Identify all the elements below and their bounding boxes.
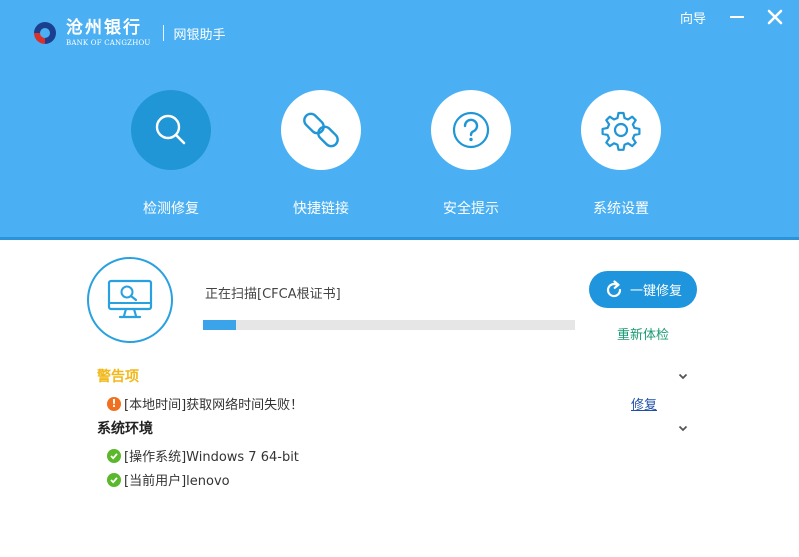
header: 沧州银行 BANK OF CANGZHOU 网银助手 向导 检测修复 快捷链接 … [0, 0, 799, 240]
nav-label: 检测修复 [143, 201, 199, 217]
environment-item: [当前用户]lenovo [107, 470, 230, 489]
nav-security-tips[interactable]: 安全提示 [411, 90, 531, 218]
environment-section-title: 系统环境 [97, 421, 153, 437]
close-button[interactable] [764, 6, 786, 28]
warning-item: ! [本地时间]获取网络时间失败！ [107, 394, 303, 413]
nav-label: 快捷链接 [293, 201, 349, 217]
divider [162, 25, 164, 41]
environment-collapse-toggle[interactable] [676, 420, 690, 434]
warning-icon: ! [107, 396, 121, 411]
nav-detect-repair[interactable]: 检测修复 [111, 90, 231, 218]
fix-link[interactable]: 修复 [631, 394, 657, 413]
one-key-repair-label: 一键修复 [629, 284, 682, 299]
one-key-repair-button[interactable]: 一键修复 [589, 271, 697, 308]
scan-status-text: 正在扫描[CFCA根证书] [205, 287, 341, 302]
environment-item: [操作系统]Windows 7 64-bit [107, 446, 299, 465]
bank-name-en: BANK OF CANGZHOU [66, 39, 151, 47]
warnings-collapse-toggle[interactable] [676, 368, 690, 382]
chevron-down-icon [678, 425, 688, 432]
question-icon [452, 111, 490, 149]
environment-item-text: [当前用户]lenovo [124, 474, 230, 489]
nav-quick-links[interactable]: 快捷链接 [261, 90, 381, 218]
bank-name: 沧州银行 [66, 18, 142, 38]
nav-system-settings[interactable]: 系统设置 [561, 90, 681, 218]
recheck-link[interactable]: 重新体检 [617, 324, 669, 343]
nav-label: 安全提示 [443, 201, 499, 217]
nav-label: 系统设置 [593, 201, 649, 217]
scan-progress-bar [203, 320, 575, 330]
bank-logo: 沧州银行 BANK OF CANGZHOU 网银助手 [30, 18, 226, 48]
monitor-scan-icon [107, 279, 153, 319]
environment-item-text: [操作系统]Windows 7 64-bit [124, 450, 299, 465]
check-icon [107, 472, 121, 487]
warning-item-text: [本地时间]获取网络时间失败！ [124, 398, 304, 413]
check-icon [107, 448, 121, 463]
scan-progress-fill [203, 320, 237, 330]
guide-button[interactable]: 向导 [680, 8, 706, 27]
app-subtitle: 网银助手 [173, 27, 226, 43]
bank-logo-icon [30, 18, 60, 48]
link-icon [303, 112, 339, 148]
refresh-icon [606, 279, 622, 297]
minimize-button[interactable] [726, 6, 748, 28]
search-icon [155, 114, 186, 145]
gear-icon [601, 111, 641, 151]
close-icon [767, 9, 783, 25]
chevron-down-icon [678, 373, 688, 380]
warnings-section-title: 警告项 [97, 369, 139, 385]
scan-monitor-badge [87, 257, 173, 343]
